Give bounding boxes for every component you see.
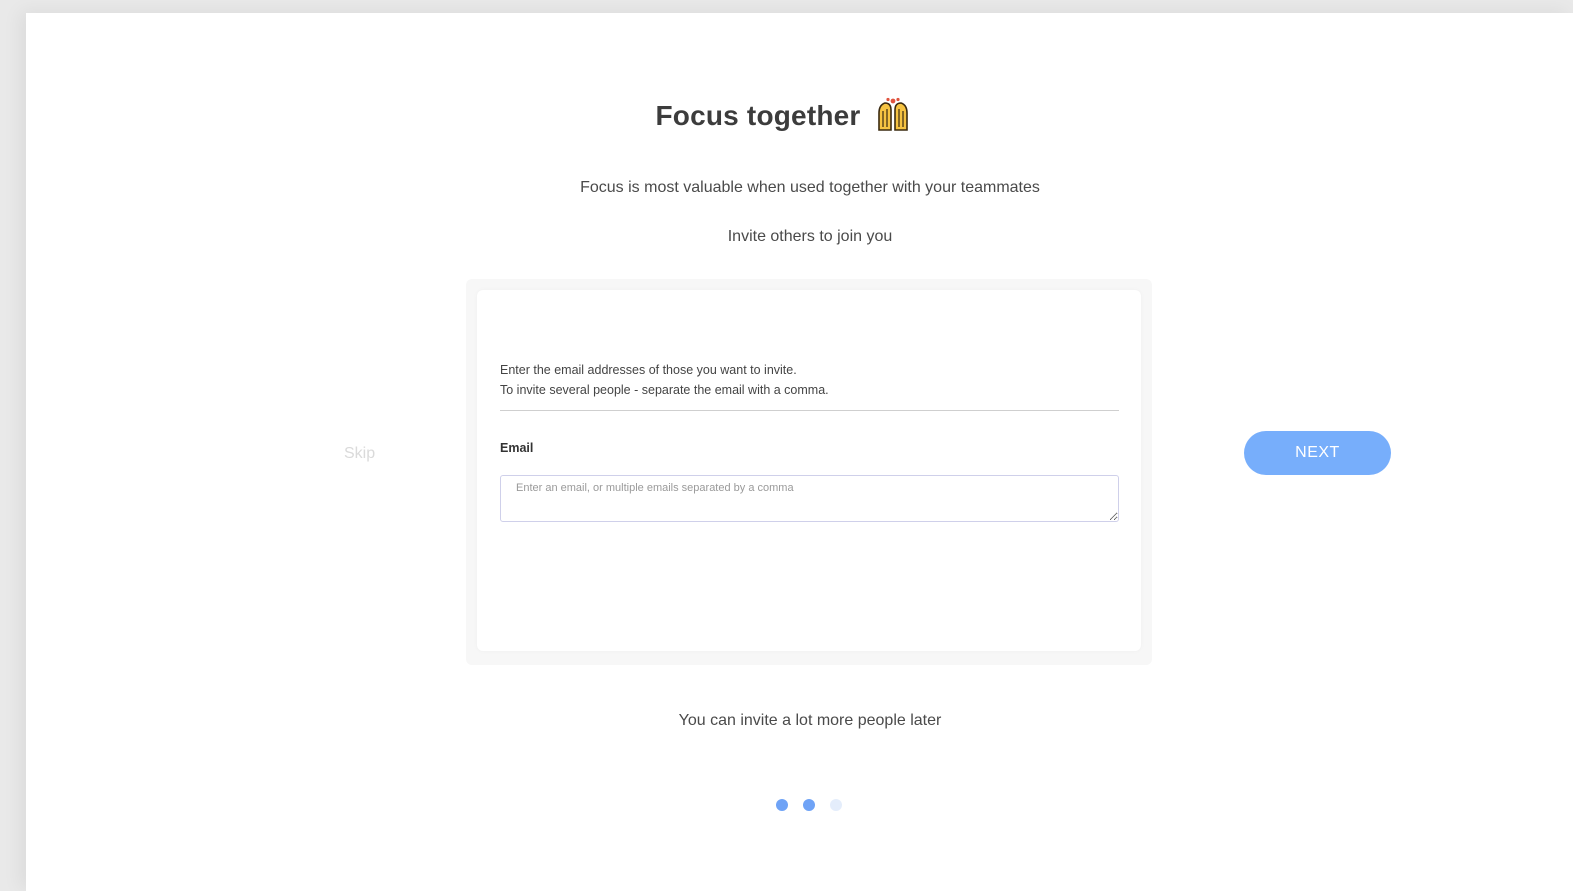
invite-card: Enter the email addresses of those you w… bbox=[477, 290, 1141, 651]
subtitle: Focus is most valuable when used togethe… bbox=[580, 179, 1040, 196]
email-field[interactable] bbox=[500, 475, 1119, 522]
skip-button[interactable]: Skip bbox=[344, 445, 375, 463]
invite-instructions-line-2: To invite several people - separate the … bbox=[500, 383, 829, 397]
step-indicator bbox=[776, 798, 857, 811]
page-title-row: Focus together bbox=[0, 97, 1566, 132]
step-dot-1 bbox=[776, 799, 788, 811]
step-dot-2 bbox=[803, 799, 815, 811]
invite-later-note: You can invite a lot more people later bbox=[678, 712, 942, 729]
next-button[interactable]: NEXT bbox=[1244, 431, 1391, 475]
email-label: Email bbox=[500, 441, 534, 455]
invite-instructions: Enter the email addresses of those you w… bbox=[500, 360, 829, 400]
onboarding-window: Focus together Focus is most valuable wh… bbox=[26, 13, 1573, 891]
divider bbox=[500, 410, 1119, 411]
raising-hands-icon bbox=[875, 97, 911, 131]
page-title: Focus together bbox=[655, 100, 861, 131]
invite-instructions-line-1: Enter the email addresses of those you w… bbox=[500, 363, 797, 377]
step-dot-3 bbox=[830, 799, 842, 811]
invite-prompt: Invite others to join you bbox=[727, 228, 893, 245]
